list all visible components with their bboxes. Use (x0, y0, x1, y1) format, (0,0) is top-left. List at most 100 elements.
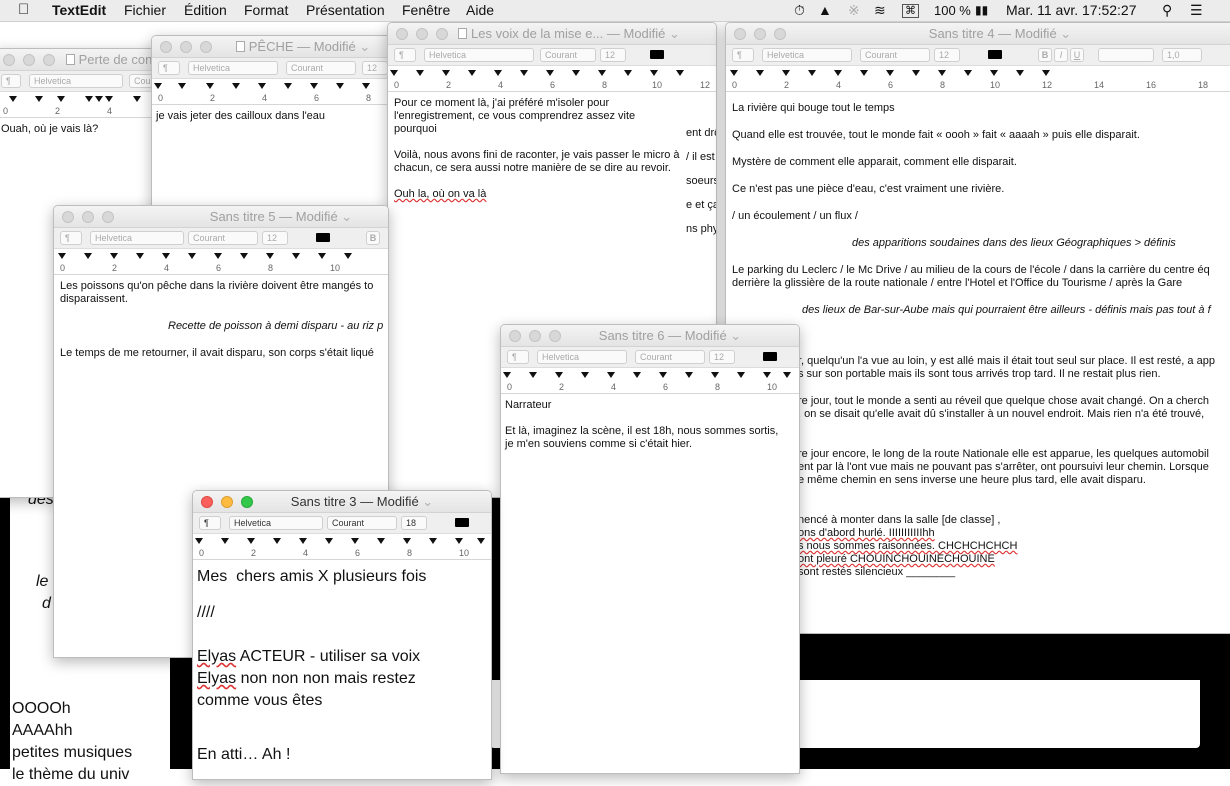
battery-percent[interactable]: 100 % (934, 3, 971, 18)
minimize-button[interactable] (754, 28, 766, 40)
ruler[interactable]: 0 2 4 6 8 10 (501, 368, 799, 394)
font-style-select[interactable]: Courant (635, 350, 705, 364)
title-bar[interactable]: Les voix de la mise e... — Modifié ⌄ (388, 23, 716, 45)
zoom-button[interactable] (549, 330, 561, 342)
tab-stop-marker[interactable] (938, 70, 946, 76)
tab-stop-marker[interactable] (9, 96, 17, 102)
document-text[interactable]: je vais jeter des cailloux dans l'eau (152, 105, 390, 128)
title-bar[interactable]: Sans titre 4 — Modifié ⌄ (726, 23, 1230, 45)
minimize-button[interactable] (23, 54, 35, 66)
battery-icon[interactable]: ▮▮ (975, 3, 988, 17)
tab-stop-marker[interactable] (351, 538, 359, 544)
menu-fichier[interactable]: Fichier (124, 2, 166, 18)
tab-stop-marker[interactable] (95, 96, 103, 102)
paragraph-style-select[interactable]: ¶ (158, 61, 180, 75)
tab-stop-marker[interactable] (325, 538, 333, 544)
tab-stop-marker[interactable] (598, 70, 606, 76)
tab-stop-marker[interactable] (206, 83, 214, 89)
ruler[interactable]: 0 2 4 6 8 10 12 14 16 18 (726, 66, 1230, 92)
document-text[interactable]: Pour ce moment là, j'ai préféré m'isoler… (388, 92, 684, 206)
document-text[interactable]: Narrateur Et là, imaginez la scène, il e… (501, 394, 799, 456)
paragraph-style-select[interactable]: ¶ (60, 231, 82, 245)
close-button[interactable] (201, 496, 213, 508)
tab-stop-marker[interactable] (520, 70, 528, 76)
paragraph-style-select[interactable]: ¶ (732, 48, 754, 62)
close-button[interactable] (3, 54, 15, 66)
font-size-select[interactable]: 12 (709, 350, 735, 364)
tab-stop-marker[interactable] (292, 253, 300, 259)
text-color-swatch[interactable] (988, 50, 1002, 59)
font-family-select[interactable]: Helvetica (229, 516, 323, 530)
tab-stop-marker[interactable] (214, 253, 222, 259)
window-sans-titre-6[interactable]: Sans titre 6 — Modifié ⌄ ¶ Helvetica Cou… (500, 324, 800, 774)
tab-stop-marker[interactable] (188, 253, 196, 259)
tab-stop-marker[interactable] (964, 70, 972, 76)
tab-stop-marker[interactable] (284, 83, 292, 89)
font-family-select[interactable]: Helvetica (537, 350, 627, 364)
tab-stop-marker[interactable] (763, 372, 771, 378)
tab-stop-marker[interactable] (429, 538, 437, 544)
tab-stop-marker[interactable] (808, 70, 816, 76)
tab-stop-marker[interactable] (310, 83, 318, 89)
tab-stop-marker[interactable] (240, 253, 248, 259)
tab-stop-marker[interactable] (676, 70, 684, 76)
tab-stop-marker[interactable] (455, 538, 463, 544)
font-family-select[interactable]: Helvetica (90, 231, 184, 245)
zoom-button[interactable] (102, 211, 114, 223)
underline-button[interactable]: U (1070, 48, 1084, 62)
font-style-select[interactable]: Courant (188, 231, 258, 245)
tab-stop-marker[interactable] (336, 83, 344, 89)
alignment-buttons[interactable] (1098, 48, 1154, 62)
tab-stop-marker[interactable] (136, 253, 144, 259)
tab-stop-marker[interactable] (468, 70, 476, 76)
title-bar[interactable]: Perte de con (0, 49, 163, 71)
tab-stop-marker[interactable] (607, 372, 615, 378)
text-color-swatch[interactable] (650, 50, 664, 59)
menu-format[interactable]: Format (244, 2, 288, 18)
tab-stop-marker[interactable] (581, 372, 589, 378)
tab-stop-marker[interactable] (390, 70, 398, 76)
tab-stop-marker[interactable] (416, 70, 424, 76)
window-sans-titre-3[interactable]: Sans titre 3 — Modifié ⌄ ¶ Helvetica Cou… (192, 490, 492, 780)
zoom-button[interactable] (43, 54, 55, 66)
tab-stop-marker[interactable] (35, 96, 43, 102)
tab-stop-marker[interactable] (572, 70, 580, 76)
font-family-select[interactable]: Helvetica (188, 61, 278, 75)
title-bar[interactable]: Sans titre 5 — Modifié ⌄ (54, 206, 388, 228)
ruler[interactable]: 0 2 4 6 8 10 (193, 534, 491, 560)
tab-stop-marker[interactable] (834, 70, 842, 76)
title-bar[interactable]: PÊCHE — Modifié ⌄ (152, 36, 390, 58)
tab-stop-marker[interactable] (1016, 70, 1024, 76)
tab-stop-marker[interactable] (178, 83, 186, 89)
tab-stop-marker[interactable] (133, 96, 141, 102)
paragraph-style-select[interactable]: ¶ (507, 350, 529, 364)
wifi-icon[interactable]: ≋ (874, 2, 886, 19)
minimize-button[interactable] (221, 496, 233, 508)
clock[interactable]: Mar. 11 avr. 17:52:27 (1006, 2, 1137, 18)
keyboard-input-icon[interactable]: ⌘ (902, 4, 919, 18)
font-size-select[interactable]: 12 (362, 61, 388, 75)
close-button[interactable] (734, 28, 746, 40)
document-text[interactable]: La rivière qui bouge tout le temps Quand… (726, 92, 1230, 327)
title-bar[interactable]: Sans titre 6 — Modifié ⌄ (501, 325, 799, 347)
tab-stop-marker[interactable] (860, 70, 868, 76)
tab-stop-marker[interactable] (232, 83, 240, 89)
tab-stop-marker[interactable] (685, 372, 693, 378)
tab-stop-marker[interactable] (84, 253, 92, 259)
zoom-button[interactable] (200, 41, 212, 53)
tab-stop-marker[interactable] (105, 96, 113, 102)
apple-menu-icon[interactable]:  (18, 1, 29, 18)
window-peche[interactable]: PÊCHE — Modifié ⌄ ¶ Helvetica Courant 12… (151, 35, 391, 215)
close-button[interactable] (160, 41, 172, 53)
font-family-select[interactable]: Helvetica (424, 48, 534, 62)
tab-stop-marker[interactable] (266, 253, 274, 259)
document-text[interactable]: Mes chers amis X plusieurs fois //// Ely… (193, 560, 491, 772)
window-sans-titre-4[interactable]: Sans titre 4 — Modifié ⌄ ¶ Helvetica Cou… (725, 22, 1230, 634)
tab-stop-marker[interactable] (344, 253, 352, 259)
bluetooth-icon[interactable]: ※ (848, 2, 860, 19)
close-button[interactable] (509, 330, 521, 342)
ai-menu-icon[interactable]: ▲ (818, 2, 832, 18)
document-text[interactable]: Les poissons qu'on pêche dans la rivière… (54, 275, 388, 365)
menu-edition[interactable]: Édition (184, 2, 227, 18)
tab-stop-marker[interactable] (912, 70, 920, 76)
